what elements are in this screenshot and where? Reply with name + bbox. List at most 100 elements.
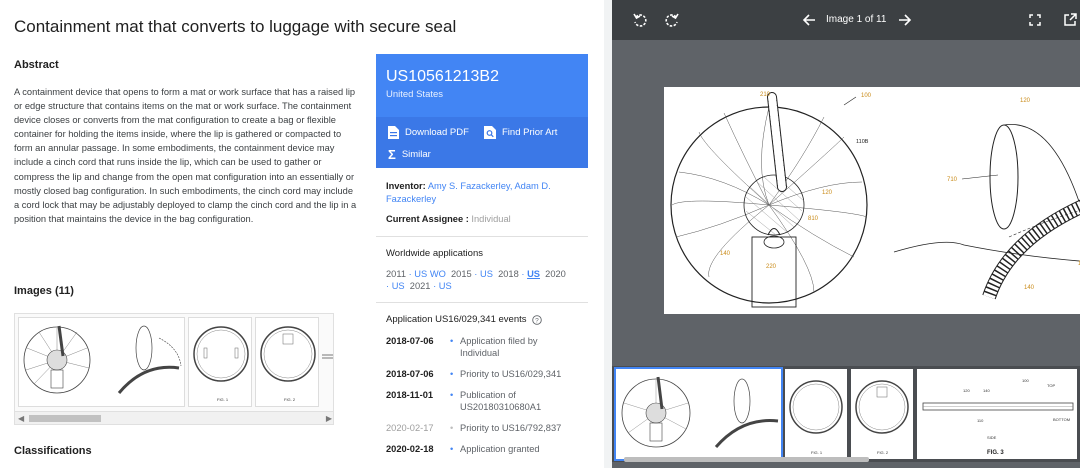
ww-dot: ·	[474, 269, 478, 279]
viewer-strip-scrollbar[interactable]	[624, 457, 869, 462]
ww-link-us-2015[interactable]: US	[480, 269, 493, 279]
pdf-document-icon	[388, 126, 399, 139]
thumbnail-image-2[interactable]: FIG. 1	[188, 317, 252, 407]
drawing-label: 100	[861, 93, 872, 99]
ww-dot: ·	[408, 269, 412, 279]
publication-actions: Download PDF Find Prior Art Σ Similar	[376, 117, 588, 168]
viewer-thumbnail-2-drawing: FIG. 1	[789, 380, 843, 455]
event-date: 2020-02-17	[386, 423, 434, 433]
prior-art-search-icon	[484, 126, 496, 139]
viewer-thumbnail-strip[interactable]: FIG. 1 FIG. 2 120 140 100 TOP 110 BOTTOM…	[612, 366, 1080, 462]
ww-year-2020: 2020	[545, 269, 566, 279]
bag-drawing: 710 120 110 140	[893, 98, 1080, 300]
find-prior-art-label: Find Prior Art	[502, 127, 558, 138]
event-bullet: •	[450, 336, 454, 346]
pane-divider	[604, 0, 612, 468]
patent-drawing-page: 210 100 110B 120 810 140 220 710 120 1 1…	[664, 87, 1080, 314]
scrollbar-thumb[interactable]	[29, 415, 101, 422]
patent-title: Containment mat that converts to luggage…	[14, 17, 457, 36]
inventor-row: Inventor: Amy S. Fazackerley, Adam D. Fa…	[386, 180, 578, 206]
event-row: 2018-11-01 • Publication of US2018031068…	[386, 389, 578, 413]
event-row: 2020-02-17 • Priority to US16/792,837	[386, 422, 578, 434]
thumbnail-4-drawing	[322, 354, 333, 359]
abstract-heading: Abstract	[14, 59, 59, 71]
ww-link-us-2011[interactable]: US	[414, 269, 427, 279]
drawing-label: 140	[720, 251, 731, 257]
ww-dot: ·	[386, 281, 390, 291]
viewer-fig2-label: FIG. 2	[877, 450, 889, 455]
publication-country: United States	[386, 89, 444, 100]
event-text: Application granted	[460, 444, 540, 454]
thumbnail-image-1[interactable]	[18, 317, 185, 407]
thumbnail-2-drawing: FIG. 1	[193, 326, 249, 402]
publication-header: US10561213B2 United States Download PDF	[376, 54, 588, 168]
viewer-thumbnail-2[interactable]: FIG. 1	[785, 369, 847, 459]
patent-drawing-fig-main: 210 100 110B 120 810 140 220 710 120 1 1…	[670, 92, 1080, 308]
patent-details-pane: Containment mat that converts to luggage…	[0, 0, 604, 468]
assignee-label: Current Assignee :	[386, 214, 469, 224]
viewer-fig1-label: FIG. 1	[811, 450, 823, 455]
similar-label: Similar	[401, 149, 431, 160]
drawing-label: 120	[1020, 98, 1031, 104]
arrow-back-icon[interactable]	[802, 13, 816, 27]
ww-link-us-2020[interactable]: US	[392, 281, 405, 291]
arrow-forward-icon[interactable]	[898, 13, 912, 27]
scroll-right-arrow-icon[interactable]: ▶	[326, 412, 332, 424]
assignee-value[interactable]: Individual	[471, 214, 510, 224]
ww-year-2018: 2018	[498, 269, 519, 279]
fig3-bottom-label: BOTTOM	[1053, 417, 1070, 422]
worldwide-heading: Worldwide applications	[386, 248, 483, 259]
event-date: 2018-07-06	[386, 336, 434, 346]
thumbnail-image-4[interactable]	[322, 317, 333, 407]
thumbnail-scrollbar[interactable]: ◀ ▶	[15, 411, 333, 424]
worldwide-applications: 2011 · US WO 2015 · US 2018 · US 2020 · …	[386, 268, 578, 292]
image-thumbnail-strip[interactable]: FIG. 1 FIG. 2 ◀ ▶	[14, 313, 334, 425]
ww-link-wo-2011[interactable]: WO	[430, 269, 446, 279]
viewer-thumbnail-4[interactable]: 120 140 100 TOP 110 BOTTOM SIDE FIG. 3	[917, 369, 1077, 459]
thumb-fig2-label: FIG. 2	[284, 397, 296, 402]
download-pdf-button[interactable]: Download PDF	[388, 126, 469, 139]
abstract-text: A containment device that opens to form …	[14, 87, 357, 224]
events-heading: Application US16/029,341 events	[386, 314, 527, 325]
fig3-side-label: SIDE	[987, 435, 997, 440]
mat-drawing: 210 100 110B 120 810 140 220	[670, 92, 872, 308]
thumbnail-image-3[interactable]: FIG. 2	[255, 317, 319, 407]
event-row: 2018-07-06 • Priority to US16/029,341	[386, 368, 578, 380]
drawing-label: 140	[1024, 285, 1035, 291]
rotate-right-icon[interactable]	[664, 12, 680, 28]
classifications-heading: Classifications	[14, 445, 92, 457]
ww-link-us-2018-current[interactable]: US	[527, 269, 540, 279]
viewer-thumbnail-1[interactable]	[614, 367, 783, 461]
open-in-new-icon[interactable]	[1063, 13, 1077, 27]
ww-year-2015: 2015	[451, 269, 472, 279]
event-text: Priority to US16/029,341	[460, 369, 562, 379]
ww-year-2011: 2011	[386, 269, 406, 279]
image-counter: Image 1 of 11	[826, 14, 887, 25]
assignee-row: Current Assignee : Individual	[386, 213, 578, 226]
viewer-thumbnail-3[interactable]: FIG. 2	[851, 369, 913, 459]
viewer-thumbnail-1-drawing	[621, 376, 779, 448]
event-text: Application filed by Individual	[460, 336, 538, 358]
fig3-label: 100	[1022, 378, 1029, 383]
drawing-label: 210	[760, 92, 771, 98]
rotate-left-icon[interactable]	[632, 12, 648, 28]
event-text: Priority to US16/792,837	[460, 423, 562, 433]
ww-link-us-2021[interactable]: US	[439, 281, 452, 291]
images-heading: Images (11)	[14, 285, 74, 297]
event-bullet: •	[450, 423, 454, 433]
divider	[376, 236, 588, 237]
similar-button[interactable]: Σ Similar	[388, 147, 431, 162]
divider	[376, 302, 588, 303]
scroll-left-arrow-icon[interactable]: ◀	[18, 412, 24, 424]
publication-number: US10561213B2	[386, 68, 499, 85]
download-pdf-label: Download PDF	[405, 127, 469, 138]
help-icon[interactable]: ?	[531, 314, 542, 325]
fullscreen-icon[interactable]	[1029, 14, 1041, 26]
fig3-title: FIG. 3	[987, 450, 1004, 456]
event-bullet: •	[450, 369, 454, 379]
thumbnail-3-drawing: FIG. 2	[260, 326, 316, 402]
find-prior-art-button[interactable]: Find Prior Art	[484, 126, 557, 139]
fig3-label: 110	[977, 418, 984, 423]
drawing-label: 220	[766, 264, 777, 270]
image-viewer: Image 1 of 11 210 100 110B 120 810 140 2…	[612, 0, 1080, 468]
